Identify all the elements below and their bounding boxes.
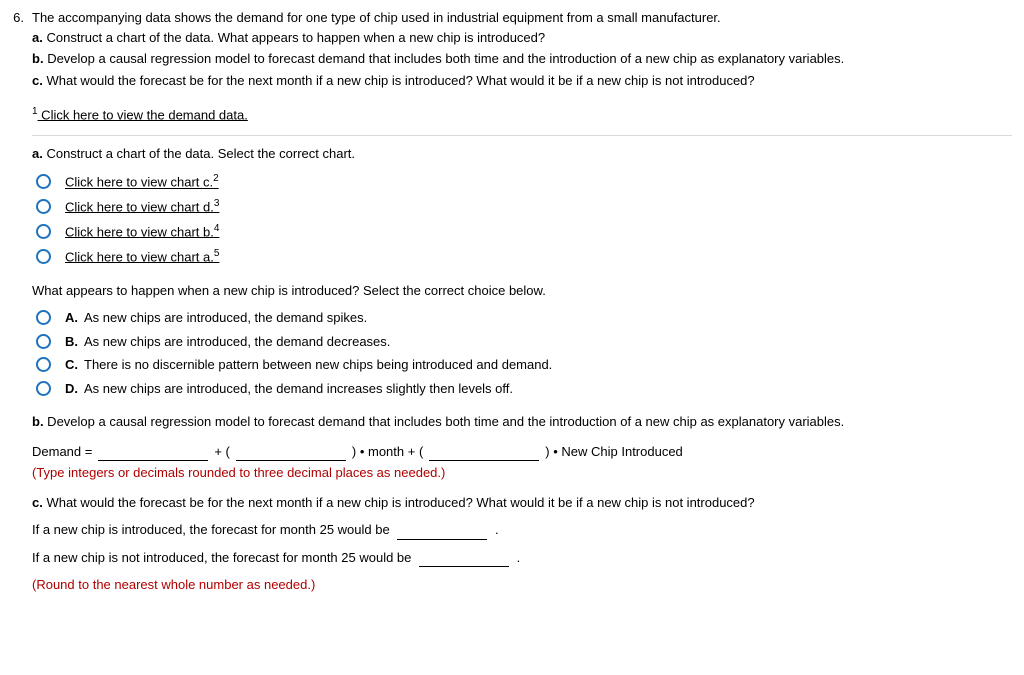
forecast-no-intro-input[interactable] xyxy=(419,551,509,567)
part-a-prompt-text: Construct a chart of the data. Select th… xyxy=(43,146,355,161)
chip-coef-input[interactable] xyxy=(429,445,539,461)
eq-close-chip: ) • New Chip Introduced xyxy=(545,442,683,462)
footnote-link-row: 1 Click here to view the demand data. xyxy=(32,104,1012,125)
eq-close-month: ) • month + ( xyxy=(352,442,423,462)
radio-icon[interactable] xyxy=(36,199,51,214)
radio-icon[interactable] xyxy=(36,381,51,396)
intercept-input[interactable] xyxy=(98,445,208,461)
chart-link-d[interactable]: Click here to view chart d.3 xyxy=(65,196,219,217)
part-a-text: Construct a chart of the data. What appe… xyxy=(46,30,545,45)
chart-link-sup: 5 xyxy=(214,248,220,259)
radio-icon[interactable] xyxy=(36,224,51,239)
eq-plus-open: + ( xyxy=(214,442,230,462)
forecast-line-2-text: If a new chip is not introduced, the for… xyxy=(32,550,415,565)
chart-link-text: Click here to view chart b. xyxy=(65,224,214,239)
equation-row: Demand = + ( ) • month + ( ) • New Chip … xyxy=(32,442,1012,462)
choice-text: As new chips are introduced, the demand … xyxy=(84,308,367,328)
radio-icon[interactable] xyxy=(36,357,51,372)
part-c-prompt-label: c. xyxy=(32,495,43,510)
chart-link-b[interactable]: Click here to view chart b.4 xyxy=(65,221,219,242)
part-b-prompt: b. Develop a causal regression model to … xyxy=(32,412,1012,432)
forecast-intro-input[interactable] xyxy=(397,524,487,540)
chart-link-c[interactable]: Click here to view chart c.2 xyxy=(65,171,219,192)
divider xyxy=(32,135,1012,136)
choice-row: D. As new chips are introduced, the dema… xyxy=(36,379,1012,399)
part-c-label: c. xyxy=(32,73,43,88)
radio-icon[interactable] xyxy=(36,334,51,349)
choice-row: A. As new chips are introduced, the dema… xyxy=(36,308,1012,328)
part-c-hint: (Round to the nearest whole number as ne… xyxy=(32,575,1012,595)
choice-text: As new chips are introduced, the demand … xyxy=(84,332,390,352)
choice-label: D. xyxy=(65,379,78,399)
radio-icon[interactable] xyxy=(36,310,51,325)
chart-option-row: Click here to view chart b.4 xyxy=(36,221,1012,242)
question-subparts: a. Construct a chart of the data. What a… xyxy=(32,28,1012,91)
chart-link-sup: 4 xyxy=(214,223,220,234)
part-b-prompt-label: b. xyxy=(32,414,44,429)
choice-label: B. xyxy=(65,332,78,352)
chart-link-sup: 2 xyxy=(213,173,219,184)
chart-link-a[interactable]: Click here to view chart a.5 xyxy=(65,246,219,267)
part-c-prompt-text: What would the forecast be for the next … xyxy=(43,495,755,510)
choice-text: As new chips are introduced, the demand … xyxy=(84,379,513,399)
chart-link-text: Click here to view chart d. xyxy=(65,199,214,214)
part-b-label: b. xyxy=(32,51,44,66)
part-b-prompt-text: Develop a causal regression model to for… xyxy=(44,414,845,429)
question-body: The accompanying data shows the demand f… xyxy=(32,8,1012,605)
part-b-text: Develop a causal regression model to for… xyxy=(47,51,844,66)
chart-option-row: Click here to view chart a.5 xyxy=(36,246,1012,267)
part-c-prompt: c. What would the forecast be for the ne… xyxy=(32,493,1012,513)
chart-link-sup: 3 xyxy=(214,198,220,209)
question-number: 6. xyxy=(4,8,32,605)
demand-data-link[interactable]: Click here to view the demand data. xyxy=(38,107,248,122)
part-a-prompt-label: a. xyxy=(32,146,43,161)
radio-icon[interactable] xyxy=(36,174,51,189)
part-b-hint: (Type integers or decimals rounded to th… xyxy=(32,463,1012,483)
radio-icon[interactable] xyxy=(36,249,51,264)
choice-text: There is no discernible pattern between … xyxy=(84,355,552,375)
choice-label: A. xyxy=(65,308,78,328)
question-block: 6. The accompanying data shows the deman… xyxy=(4,8,1012,605)
choice-row: B. As new chips are introduced, the dema… xyxy=(36,332,1012,352)
forecast-line-2-end: . xyxy=(517,550,521,565)
choice-label: C. xyxy=(65,355,78,375)
choices-group: A. As new chips are introduced, the dema… xyxy=(32,308,1012,398)
forecast-line-2: If a new chip is not introduced, the for… xyxy=(32,548,1012,568)
eq-lhs: Demand = xyxy=(32,442,92,462)
part-c-text: What would the forecast be for the next … xyxy=(46,73,754,88)
forecast-line-1-text: If a new chip is introduced, the forecas… xyxy=(32,522,393,537)
chart-option-row: Click here to view chart d.3 xyxy=(36,196,1012,217)
choice-row: C. There is no discernible pattern betwe… xyxy=(36,355,1012,375)
forecast-line-1-end: . xyxy=(495,522,499,537)
chart-link-text: Click here to view chart a. xyxy=(65,249,214,264)
chart-options-group: Click here to view chart c.2 Click here … xyxy=(32,171,1012,266)
question-stem: The accompanying data shows the demand f… xyxy=(32,8,1012,28)
forecast-line-1: If a new chip is introduced, the forecas… xyxy=(32,520,1012,540)
part-a-followup: What appears to happen when a new chip i… xyxy=(32,281,1012,301)
chart-option-row: Click here to view chart c.2 xyxy=(36,171,1012,192)
part-a-prompt: a. Construct a chart of the data. Select… xyxy=(32,144,1012,164)
month-coef-input[interactable] xyxy=(236,445,346,461)
chart-link-text: Click here to view chart c. xyxy=(65,175,213,190)
part-a-label: a. xyxy=(32,30,43,45)
